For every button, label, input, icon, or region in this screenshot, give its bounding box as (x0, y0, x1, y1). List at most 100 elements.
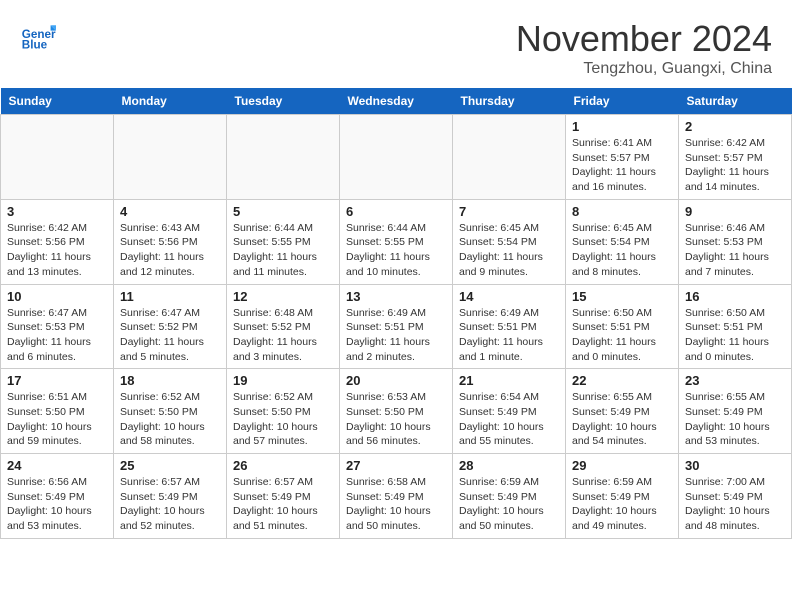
weekday-header-tuesday: Tuesday (227, 88, 340, 115)
calendar-cell (114, 115, 227, 200)
day-number: 3 (7, 204, 107, 219)
week-row-1: 1 Sunrise: 6:41 AM Sunset: 5:57 PM Daylig… (1, 115, 792, 200)
day-number: 26 (233, 458, 333, 473)
day-number: 12 (233, 289, 333, 304)
week-row-3: 10 Sunrise: 6:47 AM Sunset: 5:53 PM Dayli… (1, 284, 792, 369)
day-number: 8 (572, 204, 672, 219)
calendar-cell: 19 Sunrise: 6:52 AM Sunset: 5:50 PM Dayli… (227, 369, 340, 454)
day-info: Sunrise: 6:59 AM Sunset: 5:49 PM Dayligh… (459, 475, 559, 534)
calendar-cell: 9 Sunrise: 6:46 AM Sunset: 5:53 PM Daylig… (679, 199, 792, 284)
day-number: 14 (459, 289, 559, 304)
day-info: Sunrise: 6:56 AM Sunset: 5:49 PM Dayligh… (7, 475, 107, 534)
calendar-cell: 2Sunrise: 6:42 AM Sunset: 5:57 PM Daylig… (679, 115, 792, 200)
day-info: Sunrise: 6:44 AM Sunset: 5:55 PM Dayligh… (346, 221, 446, 280)
weekday-header-thursday: Thursday (453, 88, 566, 115)
day-info: Sunrise: 6:43 AM Sunset: 5:56 PM Dayligh… (120, 221, 220, 280)
day-info: Sunrise: 6:47 AM Sunset: 5:53 PM Dayligh… (7, 306, 107, 365)
day-number: 9 (685, 204, 785, 219)
calendar-cell: 16Sunrise: 6:50 AM Sunset: 5:51 PM Dayli… (679, 284, 792, 369)
day-number: 4 (120, 204, 220, 219)
day-number: 7 (459, 204, 559, 219)
day-number: 27 (346, 458, 446, 473)
day-number: 24 (7, 458, 107, 473)
day-info: Sunrise: 6:52 AM Sunset: 5:50 PM Dayligh… (120, 390, 220, 449)
calendar-cell: 25Sunrise: 6:57 AM Sunset: 5:49 PM Dayli… (114, 454, 227, 539)
calendar-cell (1, 115, 114, 200)
weekday-header-friday: Friday (566, 88, 679, 115)
calendar-cell: 29 Sunrise: 6:59 AM Sunset: 5:49 PM Dayli… (566, 454, 679, 539)
weekday-header-monday: Monday (114, 88, 227, 115)
calendar-cell (453, 115, 566, 200)
day-info: Sunrise: 6:59 AM Sunset: 5:49 PM Dayligh… (572, 475, 672, 534)
day-info: Sunrise: 6:53 AM Sunset: 5:50 PM Dayligh… (346, 390, 446, 449)
day-info: Sunrise: 6:46 AM Sunset: 5:53 PM Dayligh… (685, 221, 785, 280)
calendar-cell: 22 Sunrise: 6:55 AM Sunset: 5:49 PM Dayli… (566, 369, 679, 454)
calendar-cell: 15 Sunrise: 6:50 AM Sunset: 5:51 PM Dayli… (566, 284, 679, 369)
day-number: 6 (346, 204, 446, 219)
month-title: November 2024 (516, 18, 772, 60)
day-info: Sunrise: 6:54 AM Sunset: 5:49 PM Dayligh… (459, 390, 559, 449)
calendar-cell: 17Sunrise: 6:51 AM Sunset: 5:50 PM Dayli… (1, 369, 114, 454)
day-number: 11 (120, 289, 220, 304)
day-info: Sunrise: 6:48 AM Sunset: 5:52 PM Dayligh… (233, 306, 333, 365)
day-number: 29 (572, 458, 672, 473)
calendar-cell: 8Sunrise: 6:45 AM Sunset: 5:54 PM Daylig… (566, 199, 679, 284)
day-info: Sunrise: 6:45 AM Sunset: 5:54 PM Dayligh… (459, 221, 559, 280)
day-info: Sunrise: 6:41 AM Sunset: 5:57 PM Dayligh… (572, 136, 672, 195)
day-number: 22 (572, 373, 672, 388)
day-number: 18 (120, 373, 220, 388)
calendar-cell: 11 Sunrise: 6:47 AM Sunset: 5:52 PM Dayli… (114, 284, 227, 369)
weekday-header-row: SundayMondayTuesdayWednesdayThursdayFrid… (1, 88, 792, 115)
day-number: 30 (685, 458, 785, 473)
calendar-cell: 13 Sunrise: 6:49 AM Sunset: 5:51 PM Dayli… (340, 284, 453, 369)
day-number: 10 (7, 289, 107, 304)
page-header: General Blue November 2024 Tengzhou, Gua… (0, 0, 792, 88)
calendar-cell: 12 Sunrise: 6:48 AM Sunset: 5:52 PM Dayli… (227, 284, 340, 369)
day-number: 5 (233, 204, 333, 219)
day-info: Sunrise: 6:49 AM Sunset: 5:51 PM Dayligh… (459, 306, 559, 365)
calendar-cell: 28Sunrise: 6:59 AM Sunset: 5:49 PM Dayli… (453, 454, 566, 539)
logo-icon: General Blue (20, 18, 56, 54)
day-info: Sunrise: 6:52 AM Sunset: 5:50 PM Dayligh… (233, 390, 333, 449)
day-info: Sunrise: 6:55 AM Sunset: 5:49 PM Dayligh… (685, 390, 785, 449)
day-number: 15 (572, 289, 672, 304)
day-info: Sunrise: 6:50 AM Sunset: 5:51 PM Dayligh… (572, 306, 672, 365)
day-info: Sunrise: 6:49 AM Sunset: 5:51 PM Dayligh… (346, 306, 446, 365)
day-info: Sunrise: 6:51 AM Sunset: 5:50 PM Dayligh… (7, 390, 107, 449)
week-row-2: 3 Sunrise: 6:42 AM Sunset: 5:56 PM Daylig… (1, 199, 792, 284)
weekday-header-saturday: Saturday (679, 88, 792, 115)
title-block: November 2024 Tengzhou, Guangxi, China (516, 18, 772, 78)
calendar-cell: 1 Sunrise: 6:41 AM Sunset: 5:57 PM Daylig… (566, 115, 679, 200)
calendar-cell: 14 Sunrise: 6:49 AM Sunset: 5:51 PM Dayli… (453, 284, 566, 369)
calendar-cell: 23 Sunrise: 6:55 AM Sunset: 5:49 PM Dayli… (679, 369, 792, 454)
week-row-4: 17Sunrise: 6:51 AM Sunset: 5:50 PM Dayli… (1, 369, 792, 454)
calendar-cell: 3 Sunrise: 6:42 AM Sunset: 5:56 PM Daylig… (1, 199, 114, 284)
day-number: 1 (572, 119, 672, 134)
calendar-cell (340, 115, 453, 200)
day-info: Sunrise: 6:47 AM Sunset: 5:52 PM Dayligh… (120, 306, 220, 365)
day-info: Sunrise: 6:57 AM Sunset: 5:49 PM Dayligh… (233, 475, 333, 534)
calendar-cell: 27 Sunrise: 6:58 AM Sunset: 5:49 PM Dayli… (340, 454, 453, 539)
day-number: 21 (459, 373, 559, 388)
calendar-cell: 21 Sunrise: 6:54 AM Sunset: 5:49 PM Dayli… (453, 369, 566, 454)
svg-text:Blue: Blue (22, 39, 48, 52)
day-number: 13 (346, 289, 446, 304)
calendar-cell: 20Sunrise: 6:53 AM Sunset: 5:50 PM Dayli… (340, 369, 453, 454)
day-info: Sunrise: 6:55 AM Sunset: 5:49 PM Dayligh… (572, 390, 672, 449)
calendar-table: SundayMondayTuesdayWednesdayThursdayFrid… (0, 88, 792, 539)
day-number: 2 (685, 119, 785, 134)
day-number: 23 (685, 373, 785, 388)
day-number: 19 (233, 373, 333, 388)
day-info: Sunrise: 6:42 AM Sunset: 5:56 PM Dayligh… (7, 221, 107, 280)
calendar-cell (227, 115, 340, 200)
day-info: Sunrise: 6:58 AM Sunset: 5:49 PM Dayligh… (346, 475, 446, 534)
day-info: Sunrise: 6:50 AM Sunset: 5:51 PM Dayligh… (685, 306, 785, 365)
day-number: 25 (120, 458, 220, 473)
calendar-cell: 26 Sunrise: 6:57 AM Sunset: 5:49 PM Dayli… (227, 454, 340, 539)
calendar-cell: 5 Sunrise: 6:44 AM Sunset: 5:55 PM Daylig… (227, 199, 340, 284)
calendar-cell: 18 Sunrise: 6:52 AM Sunset: 5:50 PM Dayli… (114, 369, 227, 454)
calendar-cell: 7 Sunrise: 6:45 AM Sunset: 5:54 PM Daylig… (453, 199, 566, 284)
location: Tengzhou, Guangxi, China (516, 60, 772, 78)
day-info: Sunrise: 6:44 AM Sunset: 5:55 PM Dayligh… (233, 221, 333, 280)
calendar-cell: 4 Sunrise: 6:43 AM Sunset: 5:56 PM Daylig… (114, 199, 227, 284)
